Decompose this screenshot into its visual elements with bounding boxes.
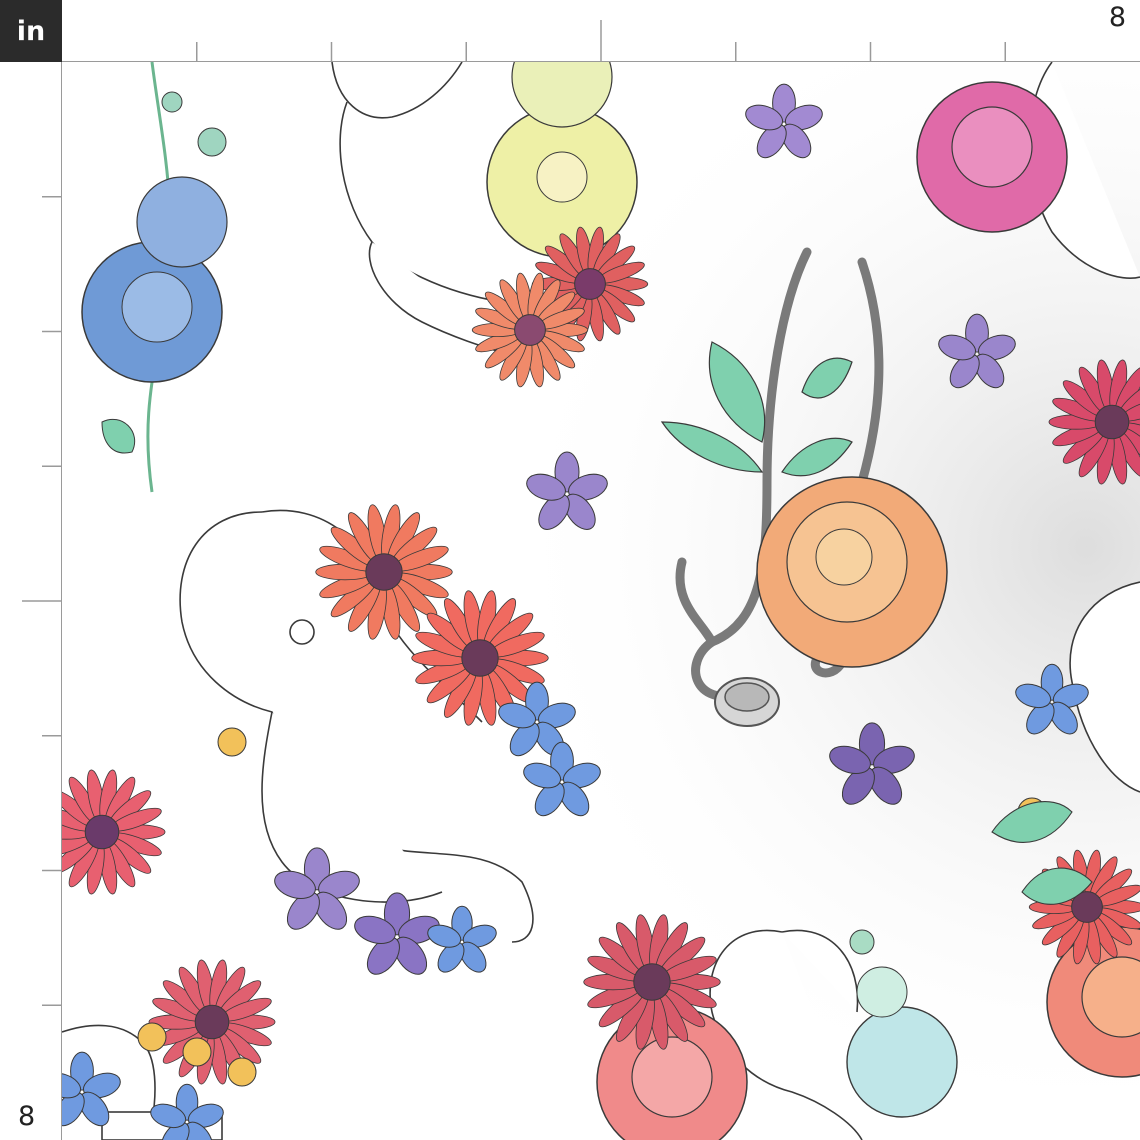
top-ruler: 8 [62,0,1140,62]
orange-peony [756,476,948,668]
floral-baby-pattern [62,62,1140,1140]
left-ruler-ticks [22,196,61,1006]
ruler-unit-corner: in [0,0,62,62]
top-ruler-end-label: 8 [1108,2,1126,33]
pink-peony [916,81,1068,233]
fabric-swatch [62,62,1140,1140]
stethoscope-chestpiece [714,677,780,727]
top-ruler-ticks [196,20,1006,61]
left-ruler-end-label: 8 [18,1101,36,1132]
unit-label: in [16,15,46,47]
left-ruler: 8 [0,62,62,1140]
